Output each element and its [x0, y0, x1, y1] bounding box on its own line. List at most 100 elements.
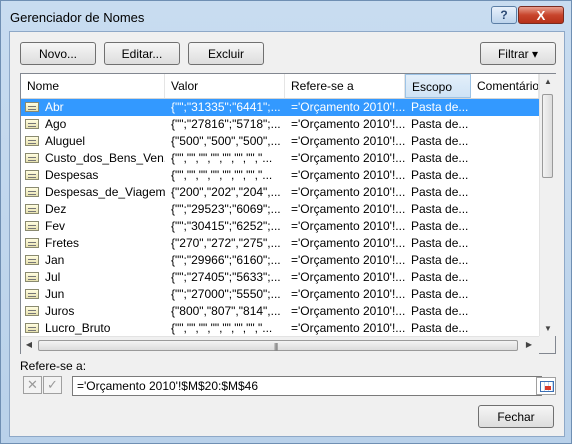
refers-to-label: Refere-se a:	[20, 359, 87, 373]
list-item[interactable]: Ago {"";"27816";"5718";... ='Orçamento 201…	[21, 116, 539, 133]
range-picker-icon[interactable]	[536, 377, 556, 395]
name-cell: Juros	[45, 304, 75, 318]
list-header: Nome Valor Refere-se a Escopo Comentário	[21, 74, 539, 99]
name-cell: Lucro_Bruto	[45, 321, 111, 335]
close-button[interactable]: Fechar	[478, 405, 554, 428]
horizontal-scrollbar[interactable]: ◀ ||| ▶	[21, 336, 539, 354]
edit-button[interactable]: Editar...	[104, 42, 180, 65]
scroll-right-icon[interactable]: ▶	[521, 340, 537, 349]
names-list[interactable]: Nome Valor Refere-se a Escopo Comentário…	[20, 73, 556, 354]
refers-to-input[interactable]: ='Orçamento 2010'!$M$20:$M$46	[72, 376, 542, 396]
close-icon: X	[536, 7, 546, 23]
list-item[interactable]: Jul {"";"27405";"5633";... ='Orçamento 201…	[21, 269, 539, 286]
list-item[interactable]: Jun {"";"27000";"5550";... ='Orçamento 201…	[21, 286, 539, 303]
filter-button[interactable]: Filtrar ▾	[480, 42, 556, 65]
list-item[interactable]: Custo_dos_Bens_Ven... {"","","","","","",…	[21, 150, 539, 167]
value-cell: {"";"27000";"5550";...	[171, 287, 281, 301]
column-header-scope[interactable]: Escopo	[405, 74, 471, 98]
confirm-edit-button[interactable]: ✓	[43, 376, 62, 394]
edit-button-label: Editar...	[121, 46, 163, 61]
refers-to-cell: ='Orçamento 2010'!...	[291, 304, 405, 318]
scroll-left-icon[interactable]: ◀	[21, 340, 37, 349]
checkmark-icon: ✓	[47, 377, 58, 392]
list-item[interactable]: Jan {"";"29966";"6160";... ='Orçamento 201…	[21, 252, 539, 269]
name-definition-icon	[25, 119, 39, 129]
scope-cell: Pasta de...	[411, 270, 469, 284]
name-definition-icon	[25, 136, 39, 146]
list-item[interactable]: Despesas {"","","","","","","","... ='Orça…	[21, 167, 539, 184]
refers-to-cell: ='Orçamento 2010'!...	[291, 168, 405, 182]
value-cell: {"","","","","","","","...	[171, 151, 273, 165]
refers-to-cell: ='Orçamento 2010'!...	[291, 321, 405, 335]
value-cell: {"800","807","814",...	[171, 304, 281, 318]
value-cell: {"";"31335";"6441";...	[171, 100, 281, 114]
list-item[interactable]: Dez {"";"29523";"6069";... ='Orçamento 201…	[21, 201, 539, 218]
column-header-comment[interactable]: Comentário	[471, 74, 539, 98]
name-definition-icon	[25, 102, 39, 112]
name-cell: Jan	[45, 253, 65, 267]
value-cell: {"270","272","275",...	[171, 236, 281, 250]
chevron-down-icon: ▾	[531, 46, 539, 61]
name-definition-icon	[25, 221, 39, 231]
name-cell: Aluguel	[45, 134, 86, 148]
refers-to-cell: ='Orçamento 2010'!...	[291, 270, 405, 284]
scope-cell: Pasta de...	[411, 185, 469, 199]
column-header-name[interactable]: Nome	[21, 74, 165, 98]
name-definition-icon	[25, 255, 39, 265]
grip-icon: |||	[274, 342, 278, 351]
list-item[interactable]: Abr {"";"31335";"6441";... ='Orçamento 201…	[21, 99, 539, 116]
list-item[interactable]: Fev {"";"30415";"6252";... ='Orçamento 201…	[21, 218, 539, 235]
name-definition-icon	[25, 323, 39, 333]
list-item[interactable]: Lucro_Bruto {"","","","","","","","... ='O…	[21, 320, 539, 337]
horizontal-scroll-thumb[interactable]: |||	[38, 340, 518, 351]
name-definition-icon	[25, 187, 39, 197]
scrollbar-corner	[539, 336, 555, 353]
column-header-refers-to[interactable]: Refere-se a	[285, 74, 405, 98]
delete-button[interactable]: Excluir	[188, 42, 264, 65]
value-cell: {"","","","","","","","...	[171, 168, 273, 182]
scope-cell: Pasta de...	[411, 151, 469, 165]
scope-cell: Pasta de...	[411, 168, 469, 182]
new-button[interactable]: Novo...	[20, 42, 96, 65]
scope-cell: Pasta de...	[411, 100, 469, 114]
vertical-scroll-thumb[interactable]	[542, 94, 553, 178]
scope-cell: Pasta de...	[411, 253, 469, 267]
scroll-down-icon[interactable]: ▼	[540, 324, 556, 333]
refers-to-cell: ='Orçamento 2010'!...	[291, 151, 405, 165]
list-rows: Abr {"";"31335";"6441";... ='Orçamento 201…	[21, 99, 539, 337]
window-title: Gerenciador de Nomes	[10, 10, 145, 25]
filter-button-label: Filtrar	[497, 46, 529, 61]
scope-cell: Pasta de...	[411, 304, 469, 318]
name-definition-icon	[25, 204, 39, 214]
title-bar[interactable]: Gerenciador de Nomes ? X	[1, 1, 571, 31]
value-cell: {"";"29966";"6160";...	[171, 253, 281, 267]
name-definition-icon	[25, 306, 39, 316]
scope-cell: Pasta de...	[411, 236, 469, 250]
help-icon: ?	[500, 8, 508, 22]
value-cell: {"";"27816";"5718";...	[171, 117, 281, 131]
column-header-value[interactable]: Valor	[165, 74, 285, 98]
name-definition-icon	[25, 238, 39, 248]
value-cell: {"","","","","","","","...	[171, 321, 273, 335]
refers-to-cell: ='Orçamento 2010'!...	[291, 219, 405, 233]
vertical-scrollbar[interactable]: ▲ ▼	[539, 74, 556, 336]
list-item[interactable]: Despesas_de_Viagem {"200","202","204",...…	[21, 184, 539, 201]
scroll-up-icon[interactable]: ▲	[540, 77, 556, 86]
new-button-label: Novo...	[38, 46, 77, 61]
list-item[interactable]: Fretes {"270","272","275",... ='Orçamento …	[21, 235, 539, 252]
value-cell: {"";"29523";"6069";...	[171, 202, 281, 216]
value-cell: {"200","202","204",...	[171, 185, 281, 199]
list-item[interactable]: Aluguel {"500","500","500",... ='Orçamento…	[21, 133, 539, 150]
close-window-button[interactable]: X	[518, 6, 564, 24]
close-button-label: Fechar	[497, 409, 535, 424]
cancel-edit-button[interactable]: ✕	[23, 376, 42, 394]
name-cell: Jun	[45, 287, 65, 301]
refers-to-cell: ='Orçamento 2010'!...	[291, 117, 405, 131]
name-cell: Custo_dos_Bens_Ven...	[45, 151, 165, 165]
list-item[interactable]: Juros {"800","807","814",... ='Orçamento 2…	[21, 303, 539, 320]
cancel-x-icon: ✕	[27, 377, 38, 392]
name-manager-window: Gerenciador de Nomes ? X Novo... Editar.…	[0, 0, 572, 444]
dialog-body: Novo... Editar... Excluir Filtrar ▾ Nome…	[9, 31, 565, 437]
help-button[interactable]: ?	[491, 6, 517, 24]
name-definition-icon	[25, 170, 39, 180]
